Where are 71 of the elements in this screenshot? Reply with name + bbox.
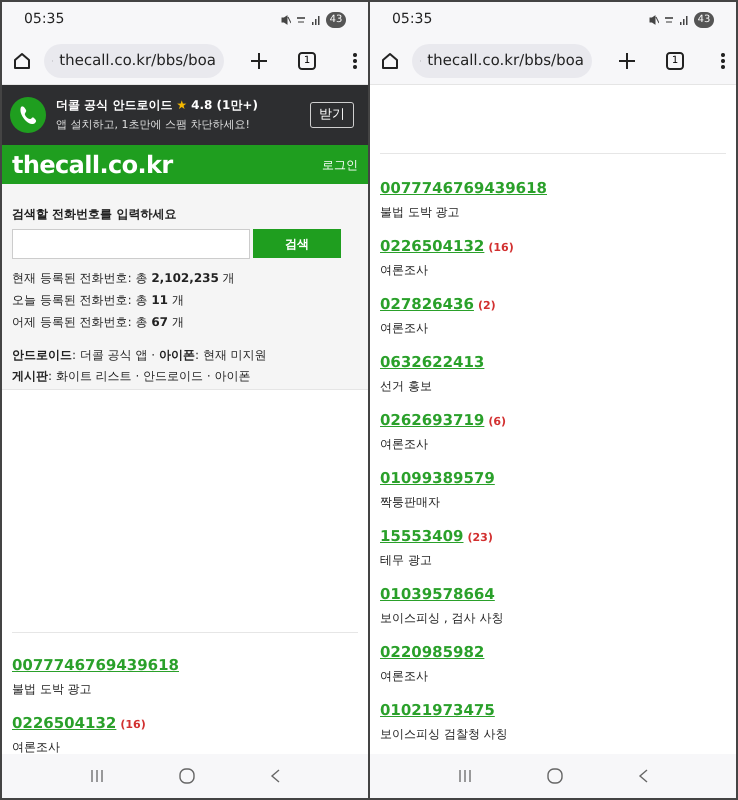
entry-description: 여론조사 xyxy=(380,320,429,337)
home-button-icon[interactable] xyxy=(178,767,196,785)
app-rating: 4.8 (1만+) xyxy=(191,97,258,114)
info-line: 게시판: 화이트 리스트 · 안드로이드 · 아이폰 xyxy=(12,368,252,385)
search-button[interactable]: 검색 xyxy=(253,229,341,258)
battery-indicator: 43 xyxy=(326,12,346,28)
phone-app-icon xyxy=(10,97,46,133)
new-tab-icon[interactable] xyxy=(250,52,268,70)
battery-indicator: 43 xyxy=(694,12,714,28)
mute-icon xyxy=(649,14,659,24)
entry-description: 보이스피싱 , 검사 사칭 xyxy=(380,610,504,627)
phone-number-link[interactable]: 027826436 xyxy=(380,293,474,316)
install-button[interactable]: 받기 xyxy=(310,102,354,128)
phone-number-link[interactable]: 01099389579 xyxy=(380,467,495,490)
url-text: thecall.co.kr/bbs/boa xyxy=(427,50,584,72)
phone-number-link[interactable]: 0226504132 xyxy=(380,235,484,258)
phone-number-link[interactable]: 15553409 xyxy=(380,525,464,548)
address-bar[interactable]: thecall.co.kr/bbs/boa xyxy=(44,44,224,78)
entry-description: 여론조사 xyxy=(380,262,429,279)
signal-icon xyxy=(679,14,689,24)
signal-icon xyxy=(311,14,321,24)
login-link[interactable]: 로그인 xyxy=(322,156,358,174)
recent-apps-icon[interactable] xyxy=(456,768,473,784)
home-button-icon[interactable] xyxy=(546,767,564,785)
recent-apps-icon[interactable] xyxy=(88,768,105,784)
address-bar[interactable]: thecall.co.kr/bbs/boa xyxy=(412,44,592,78)
tab-count-button[interactable]: 1 xyxy=(298,52,316,70)
stats-line: 현재 등록된 전화번호: 총 2,102,235 개 xyxy=(12,270,236,287)
entry-description: 보이스피싱 검찰청 사칭 xyxy=(380,726,509,743)
phone-number-link[interactable]: 0632622413 xyxy=(380,351,484,374)
entry-description: 불법 도박 광고 xyxy=(380,204,461,221)
stats-line: 오늘 등록된 전화번호: 총 11 개 xyxy=(12,292,185,309)
phone-number-link[interactable]: 01039578664 xyxy=(380,583,495,606)
info-line: 안드로이드: 더콜 공식 앱 · 아이폰: 현재 미지원 xyxy=(12,347,268,364)
mute-icon xyxy=(281,14,291,24)
entry-description: 짝퉁판매자 xyxy=(380,494,441,511)
home-icon[interactable] xyxy=(380,50,400,70)
phone-number-link[interactable]: 0226504132 xyxy=(12,712,116,734)
phone-number-link[interactable]: 0077746769439618 xyxy=(12,654,179,676)
stats-line: 어제 등록된 전화번호: 총 67 개 xyxy=(12,314,185,331)
search-label: 검색할 전화번호를 입력하세요 xyxy=(12,206,178,223)
menu-icon[interactable] xyxy=(720,52,726,70)
tab-count-button[interactable]: 1 xyxy=(666,52,684,70)
status-time: 05:35 xyxy=(24,10,64,29)
report-count: (16) xyxy=(488,240,514,256)
report-count: (6) xyxy=(488,414,506,430)
entry-description: 여론조사 xyxy=(12,739,61,754)
entry-description: 불법 도박 광고 xyxy=(12,681,93,698)
entry-description: 선거 홍보 xyxy=(380,378,433,395)
back-icon[interactable] xyxy=(269,768,282,784)
phone-number-link[interactable]: 0077746769439618 xyxy=(380,177,547,200)
app-title: 더콜 공식 안드로이드 xyxy=(56,97,172,114)
report-count: (23) xyxy=(468,530,493,546)
status-time: 05:35 xyxy=(392,10,432,29)
new-tab-icon[interactable] xyxy=(618,52,636,70)
entry-description: 여론조사 xyxy=(380,668,429,685)
site-logo[interactable]: thecall.co.kr xyxy=(12,146,173,182)
phone-number-link[interactable]: 0262693719 xyxy=(380,409,484,432)
phone-number-link[interactable]: 0220985982 xyxy=(380,641,484,664)
entry-description: 여론조사 xyxy=(380,436,429,453)
back-icon[interactable] xyxy=(637,768,650,784)
phone-number-link[interactable]: 01021973475 xyxy=(380,699,495,722)
phone-search-field[interactable] xyxy=(12,229,250,259)
rating-star-icon: ★ xyxy=(176,96,188,114)
menu-icon[interactable] xyxy=(352,52,358,70)
url-text: thecall.co.kr/bbs/boa xyxy=(59,50,216,72)
home-icon[interactable] xyxy=(12,50,32,70)
report-count: (16) xyxy=(120,717,146,733)
entry-description: 테무 광고 xyxy=(380,552,433,569)
app-subtitle: 앱 설치하고, 1초만에 스팸 차단하세요! xyxy=(56,117,251,134)
report-count: (2) xyxy=(478,298,496,314)
